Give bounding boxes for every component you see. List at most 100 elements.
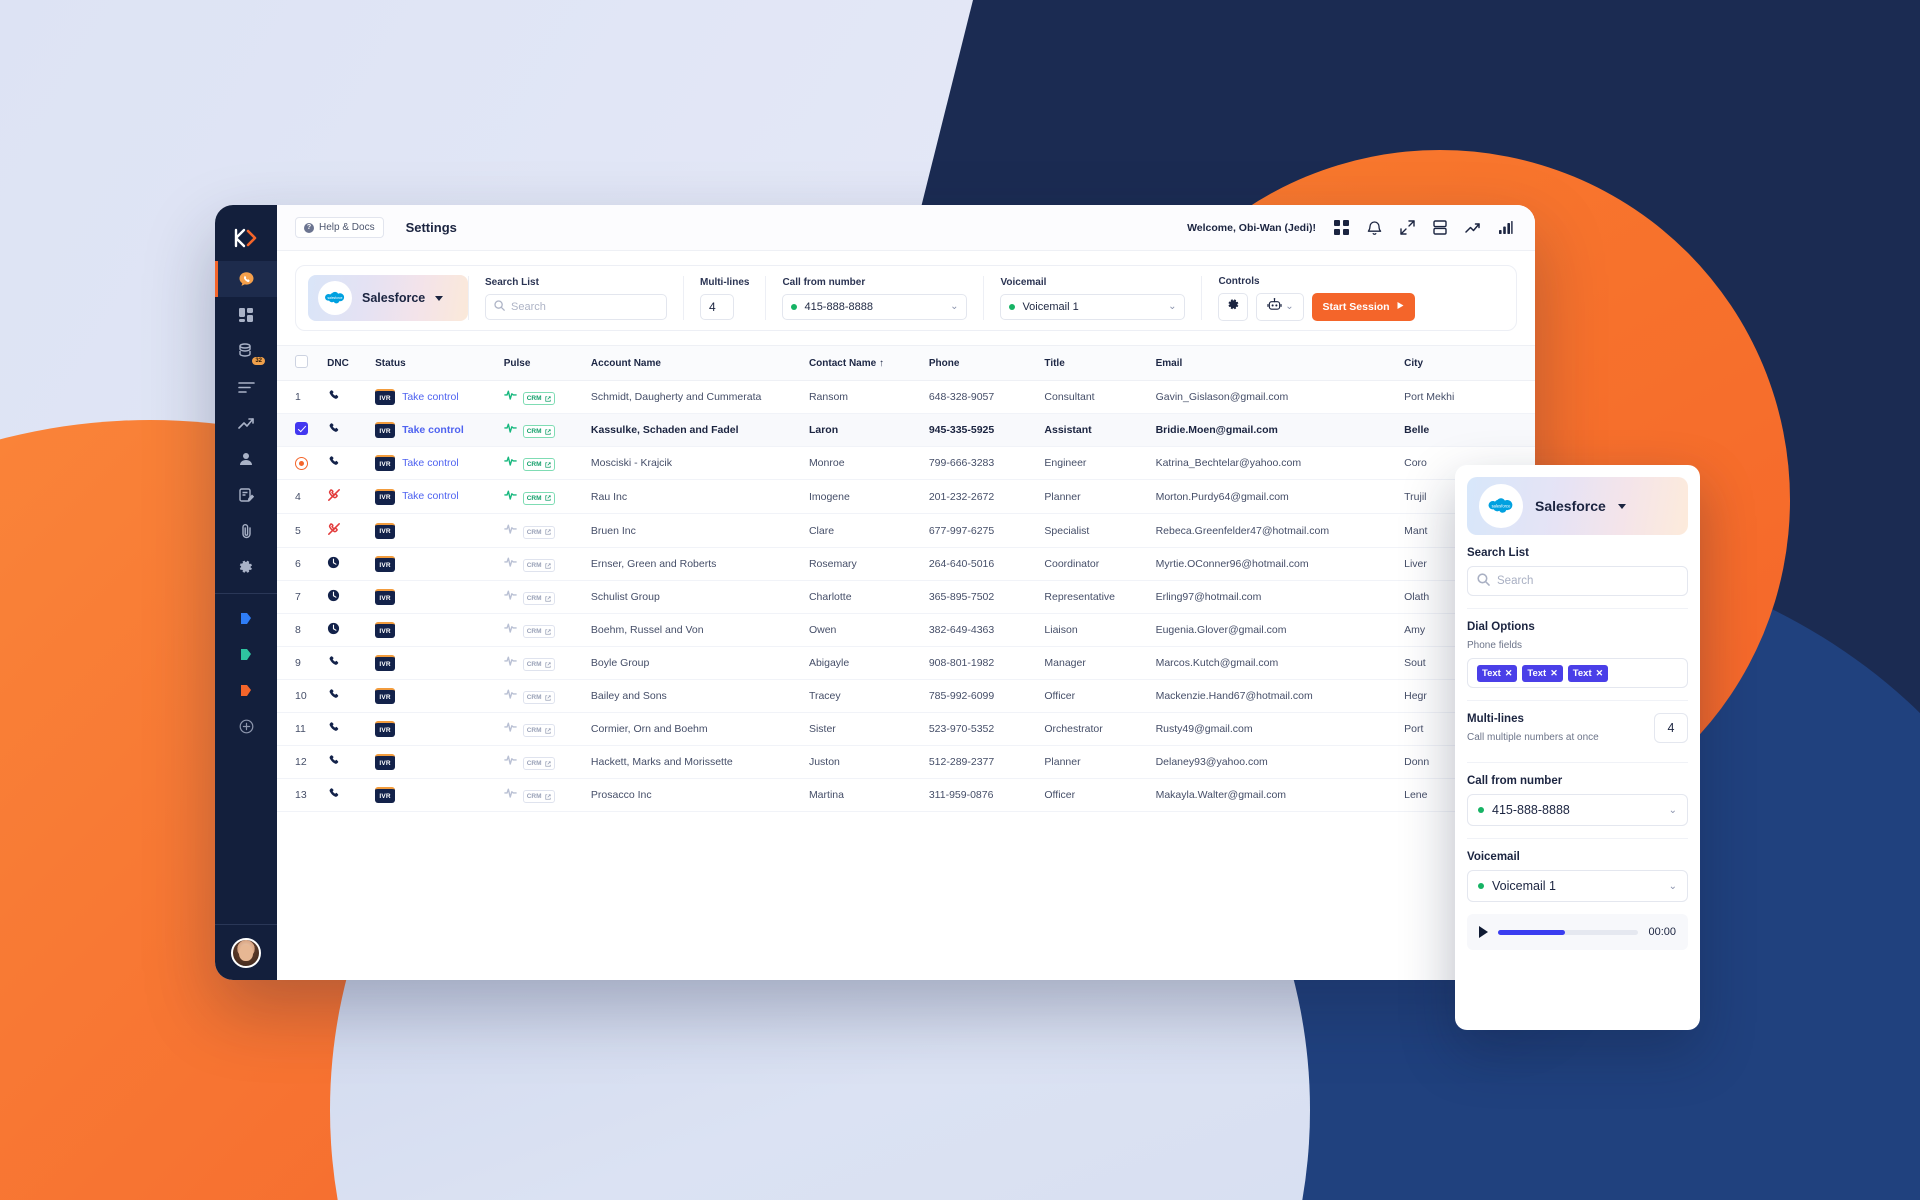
table-header-city[interactable]: City (1404, 345, 1535, 381)
sidebar-item-attachments[interactable] (215, 513, 277, 549)
ivr-badge[interactable]: IVR (375, 455, 396, 471)
apps-grid-icon[interactable] (1334, 220, 1349, 235)
row-dnc-cell[interactable] (327, 679, 376, 713)
crm-link-tag[interactable]: CRM (522, 592, 555, 605)
ivr-badge[interactable]: IVR (375, 721, 396, 737)
table-header-email[interactable]: Email (1155, 345, 1405, 381)
sidebar-item-analytics[interactable] (215, 405, 277, 441)
table-header-contact-name[interactable]: Contact Name ↑ (808, 345, 929, 381)
table-row[interactable]: 13 IVR CRM Prosacco Inc Martina 311-959-0876 O… (277, 778, 1535, 812)
ivr-badge[interactable]: IVR (375, 522, 396, 539)
row-dnc-cell[interactable] (327, 513, 376, 548)
ivr-badge[interactable]: IVR (375, 754, 396, 770)
play-icon[interactable] (1479, 926, 1488, 938)
row-checkbox[interactable] (295, 422, 308, 435)
table-header-pulse[interactable]: Pulse (503, 345, 591, 381)
row-dnc-cell[interactable] (327, 712, 376, 746)
bell-icon[interactable] (1367, 220, 1382, 236)
table-header-dnc[interactable]: DNC (327, 345, 376, 381)
crm-link-tag[interactable]: CRM (522, 757, 555, 770)
sidebar-item-dashboard[interactable] (215, 297, 277, 333)
crm-link-tag[interactable]: CRM (522, 458, 555, 471)
ivr-badge[interactable]: IVR (375, 622, 396, 638)
take-control-link[interactable]: Take control (402, 424, 464, 436)
close-icon[interactable]: ✕ (1505, 668, 1513, 679)
sidebar-user[interactable] (215, 924, 277, 980)
panel-multilines-input[interactable]: 4 (1654, 713, 1688, 743)
table-row[interactable]: 1 IVR Take control CRM Schmidt, Daugherty an… (277, 380, 1535, 414)
row-dnc-cell[interactable] (327, 778, 376, 812)
sidebar-item-settings[interactable] (215, 549, 277, 585)
phone-field-chip[interactable]: Text ✕ (1522, 664, 1563, 682)
crm-selector[interactable]: salesforce Salesforce (308, 275, 468, 321)
search-input[interactable]: Search (485, 293, 667, 320)
table-header-title[interactable]: Title (1044, 345, 1156, 381)
sidebar-item-queue[interactable] (215, 369, 277, 405)
expand-icon[interactable] (1400, 220, 1415, 235)
split-view-icon[interactable] (1433, 220, 1447, 235)
row-dnc-cell[interactable] (327, 413, 376, 447)
call-from-select[interactable]: 415-888-8888 ⌄ (782, 293, 968, 320)
ivr-badge[interactable]: IVR (375, 688, 396, 704)
panel-call-from-select[interactable]: 415-888-8888 ⌄ (1467, 794, 1688, 826)
help-and-docs-button[interactable]: ? Help & Docs (295, 217, 384, 238)
ivr-badge[interactable]: IVR (375, 389, 396, 405)
crm-link-tag[interactable]: CRM (522, 790, 555, 803)
table-row[interactable]: 12 IVR CRM Hackett, Marks and Morissette Jus… (277, 745, 1535, 779)
sidebar-item-lists[interactable]: 32 (215, 333, 277, 369)
table-row[interactable]: 10 IVR CRM Bailey and Sons Tracey 785-992-609… (277, 679, 1535, 713)
trending-up-icon[interactable] (1465, 222, 1481, 234)
row-dnc-cell[interactable] (327, 580, 376, 614)
table-row[interactable]: 7 IVR CRM Schulist Group Charlotte 365-895-75… (277, 580, 1535, 614)
table-header-account-name[interactable]: Account Name (590, 345, 809, 381)
table-row[interactable]: 4 IVR Take control CRM Rau Inc Imogene 201-232… (277, 479, 1535, 514)
take-control-link[interactable]: Take control (402, 490, 459, 502)
crm-link-tag[interactable]: CRM (522, 625, 555, 638)
ivr-badge[interactable]: IVR (375, 422, 396, 438)
select-all-checkbox[interactable] (295, 355, 308, 368)
sidebar-flag-orange[interactable] (215, 672, 277, 708)
bar-chart-icon[interactable] (1499, 221, 1513, 234)
sidebar-item-calls[interactable] (215, 261, 277, 297)
sidebar-item-contacts[interactable] (215, 441, 277, 477)
crm-link-tag[interactable]: CRM (522, 559, 555, 572)
table-row[interactable]: 11 IVR CRM Cormier, Orn and Boehm Sister 523-… (277, 712, 1535, 746)
multilines-input[interactable]: 4 (700, 293, 734, 320)
voicemail-select[interactable]: Voicemail 1 ⌄ (1000, 293, 1186, 320)
row-dnc-cell[interactable] (327, 613, 376, 647)
close-icon[interactable]: ✕ (1596, 668, 1604, 679)
sidebar-add-button[interactable] (215, 708, 277, 744)
crm-link-tag[interactable]: CRM (522, 658, 555, 671)
table-row[interactable]: IVR Take control CRM Kassulke, Schaden and … (277, 413, 1535, 447)
crm-link-tag[interactable]: CRM (522, 724, 555, 737)
crm-link-tag[interactable]: CRM (522, 691, 555, 704)
playback-progress-bar[interactable] (1498, 929, 1639, 935)
panel-voicemail-select[interactable]: Voicemail 1 ⌄ (1467, 870, 1688, 902)
ivr-badge[interactable]: IVR (375, 589, 396, 605)
ivr-badge[interactable]: IVR (375, 556, 396, 572)
ivr-badge[interactable]: IVR (375, 787, 396, 803)
ivr-badge[interactable]: IVR (375, 488, 396, 505)
take-control-link[interactable]: Take control (402, 457, 459, 469)
phone-field-chip[interactable]: Text ✕ (1477, 664, 1518, 682)
row-dnc-cell[interactable] (327, 479, 376, 514)
panel-crm-selector[interactable]: salesforce Salesforce (1467, 477, 1688, 535)
table-row[interactable]: 6 IVR CRM Ernser, Green and Roberts Rosemary… (277, 547, 1535, 581)
crm-link-tag[interactable]: CRM (522, 525, 555, 539)
table-header-phone[interactable]: Phone (928, 345, 1045, 381)
panel-phone-fields-box[interactable]: Text ✕ Text ✕ Text ✕ (1467, 658, 1688, 688)
sidebar-item-notes[interactable] (215, 477, 277, 513)
ivr-badge[interactable]: IVR (375, 655, 396, 671)
avatar[interactable] (231, 937, 261, 968)
settings-button[interactable] (1218, 292, 1249, 321)
crm-link-tag[interactable]: CRM (522, 392, 555, 405)
panel-search-input[interactable]: Search (1467, 566, 1688, 596)
row-dnc-cell[interactable] (327, 446, 376, 480)
close-icon[interactable]: ✕ (1550, 668, 1558, 679)
sidebar-flag-green[interactable] (215, 636, 277, 672)
row-dnc-cell[interactable] (327, 547, 376, 581)
row-dnc-cell[interactable] (327, 646, 376, 680)
phone-field-chip[interactable]: Text ✕ (1567, 664, 1609, 682)
crm-link-tag[interactable]: CRM (522, 425, 555, 438)
table-row[interactable]: 5 IVR CRM Bruen Inc Clare 677-997-6275 Special… (277, 513, 1535, 548)
